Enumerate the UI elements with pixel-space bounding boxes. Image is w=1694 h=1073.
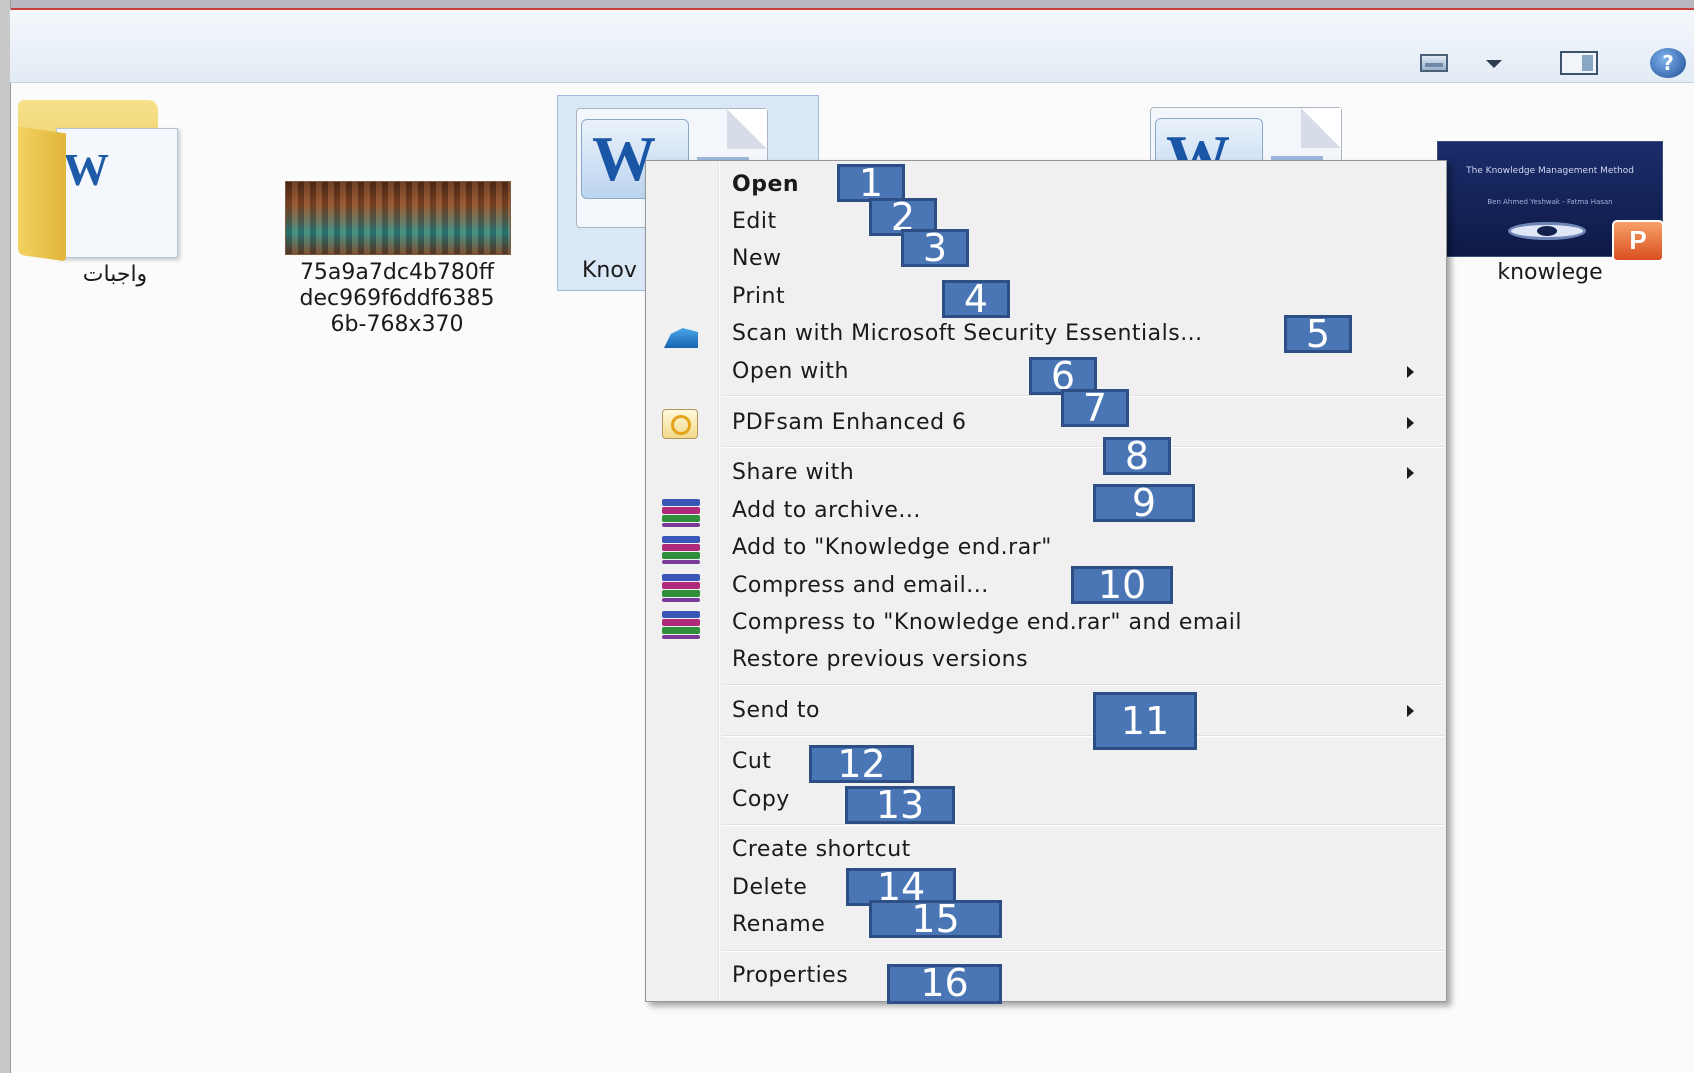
annotation-badge: 12 (809, 745, 914, 783)
submenu-arrow-icon (1407, 366, 1414, 378)
menu-item-share-with[interactable]: Share with (646, 455, 1446, 491)
menu-item-compress-to-rar-email[interactable]: Compress to "Knowledge end.rar" and emai… (646, 605, 1446, 641)
help-label: ? (1650, 48, 1686, 78)
menu-item-label: Cut (732, 749, 772, 774)
folder-label: واجبات (82, 262, 148, 287)
menu-item-label: Scan with Microsoft Security Essentials.… (732, 321, 1203, 346)
menu-item-label: Create shortcut (732, 837, 911, 862)
menu-item-label: Open (732, 172, 800, 197)
menu-item-compress-email[interactable]: Compress and email... (646, 568, 1446, 604)
menu-item-label: PDFsam Enhanced 6 (732, 410, 967, 435)
submenu-arrow-icon (1407, 467, 1414, 479)
menu-item-label: Add to archive... (732, 498, 921, 523)
menu-item-properties[interactable]: Properties (646, 958, 1446, 994)
menu-item-label: Compress and email... (732, 573, 989, 598)
menu-separator (722, 950, 1444, 951)
folder-icon: W (18, 100, 178, 262)
menu-item-label: Add to "Knowledge end.rar" (732, 535, 1052, 560)
powerpoint-icon: P (1612, 220, 1664, 262)
annotation-badge: 7 (1061, 389, 1129, 427)
change-view-icon[interactable] (1416, 48, 1452, 78)
menu-separator (722, 735, 1444, 736)
menu-item-rename[interactable]: Rename (646, 907, 1446, 943)
menu-item-label: Compress to "Knowledge end.rar" and emai… (732, 610, 1243, 635)
winrar-icon (660, 572, 700, 602)
annotation-badge: 15 (869, 900, 1002, 938)
menu-item-label: Print (732, 284, 786, 309)
ppt-file-label: knowlege (1497, 260, 1603, 285)
menu-item-send-to[interactable]: Send to (646, 693, 1446, 729)
submenu-arrow-icon (1407, 705, 1414, 717)
menu-item-open[interactable]: Open (646, 167, 1446, 203)
menu-item-label: Send to (732, 698, 820, 723)
menu-separator (722, 824, 1444, 825)
menu-item-delete[interactable]: Delete (646, 870, 1446, 906)
winrar-icon (660, 497, 700, 527)
menu-item-restore-versions[interactable]: Restore previous versions (646, 642, 1446, 678)
menu-item-label: Delete (732, 875, 808, 900)
context-menu: Open Edit New Print Scan with Microsoft … (645, 160, 1447, 1002)
menu-item-pdfsam[interactable]: PDFsam Enhanced 6 (646, 405, 1446, 441)
window-left-border (0, 0, 11, 1073)
annotation-badge: 16 (887, 964, 1002, 1004)
menu-item-add-to-archive[interactable]: Add to archive... (646, 493, 1446, 529)
ppt-thumb-title: The Knowledge Management Method (1466, 166, 1634, 176)
menu-item-cut[interactable]: Cut (646, 744, 1446, 780)
menu-separator (722, 684, 1444, 685)
submenu-arrow-icon (1407, 417, 1414, 429)
image-file-label-line: dec969f6ddf6385 (299, 286, 495, 311)
image-file-label-line: 6b-768x370 (330, 312, 464, 337)
help-icon[interactable]: ? (1648, 48, 1688, 78)
menu-item-label: Rename (732, 912, 826, 937)
explorer-toolbar: ? (10, 10, 1694, 83)
annotation-badge: 3 (901, 229, 969, 267)
annotation-badge: 10 (1071, 566, 1173, 604)
menu-item-edit[interactable]: Edit (646, 204, 1446, 240)
menu-item-label: Restore previous versions (732, 647, 1029, 672)
menu-item-print[interactable]: Print (646, 279, 1446, 315)
annotation-badge: 5 (1284, 315, 1352, 353)
image-file-label: 75a9a7dc4b780ff dec969f6ddf6385 6b-768x3… (270, 260, 524, 338)
window-title-border (0, 0, 1694, 10)
winrar-icon (660, 534, 700, 564)
preview-pane-icon[interactable] (1558, 48, 1600, 78)
menu-item-label: Edit (732, 209, 777, 234)
menu-item-add-to-rar[interactable]: Add to "Knowledge end.rar" (646, 530, 1446, 566)
menu-item-label: New (732, 246, 782, 271)
ppt-thumbnail: The Knowledge Management Method Ben Ahme… (1437, 141, 1664, 262)
annotation-badge: 8 (1103, 437, 1171, 475)
annotation-badge: 4 (942, 280, 1010, 318)
annotation-badge: 13 (845, 786, 955, 824)
ppt-thumb-eye (1508, 222, 1586, 240)
menu-item-label: Open with (732, 359, 849, 384)
menu-item-label: Share with (732, 460, 855, 485)
winrar-icon (660, 609, 700, 639)
annotation-badge: 9 (1093, 484, 1195, 522)
menu-item-create-shortcut[interactable]: Create shortcut (646, 832, 1446, 868)
security-essentials-icon (660, 320, 700, 350)
explorer-window: ? W واجبات 75a9a7dc4b780ff dec969f6ddf63… (0, 0, 1694, 1073)
menu-item-copy[interactable]: Copy (646, 782, 1446, 818)
pdfsam-icon (660, 409, 700, 439)
menu-item-new[interactable]: New (646, 241, 1446, 277)
menu-separator (722, 446, 1444, 447)
annotation-badge: 11 (1093, 692, 1197, 750)
menu-item-label: Properties (732, 963, 849, 988)
image-file-label-line: 75a9a7dc4b780ff (299, 260, 495, 285)
ppt-thumb-authors: Ben Ahmed Yeshwak - Fatma Hasan (1487, 198, 1613, 206)
chevron-down-icon[interactable] (1482, 48, 1506, 78)
image-thumbnail (285, 181, 511, 255)
menu-item-label: Copy (732, 787, 790, 812)
